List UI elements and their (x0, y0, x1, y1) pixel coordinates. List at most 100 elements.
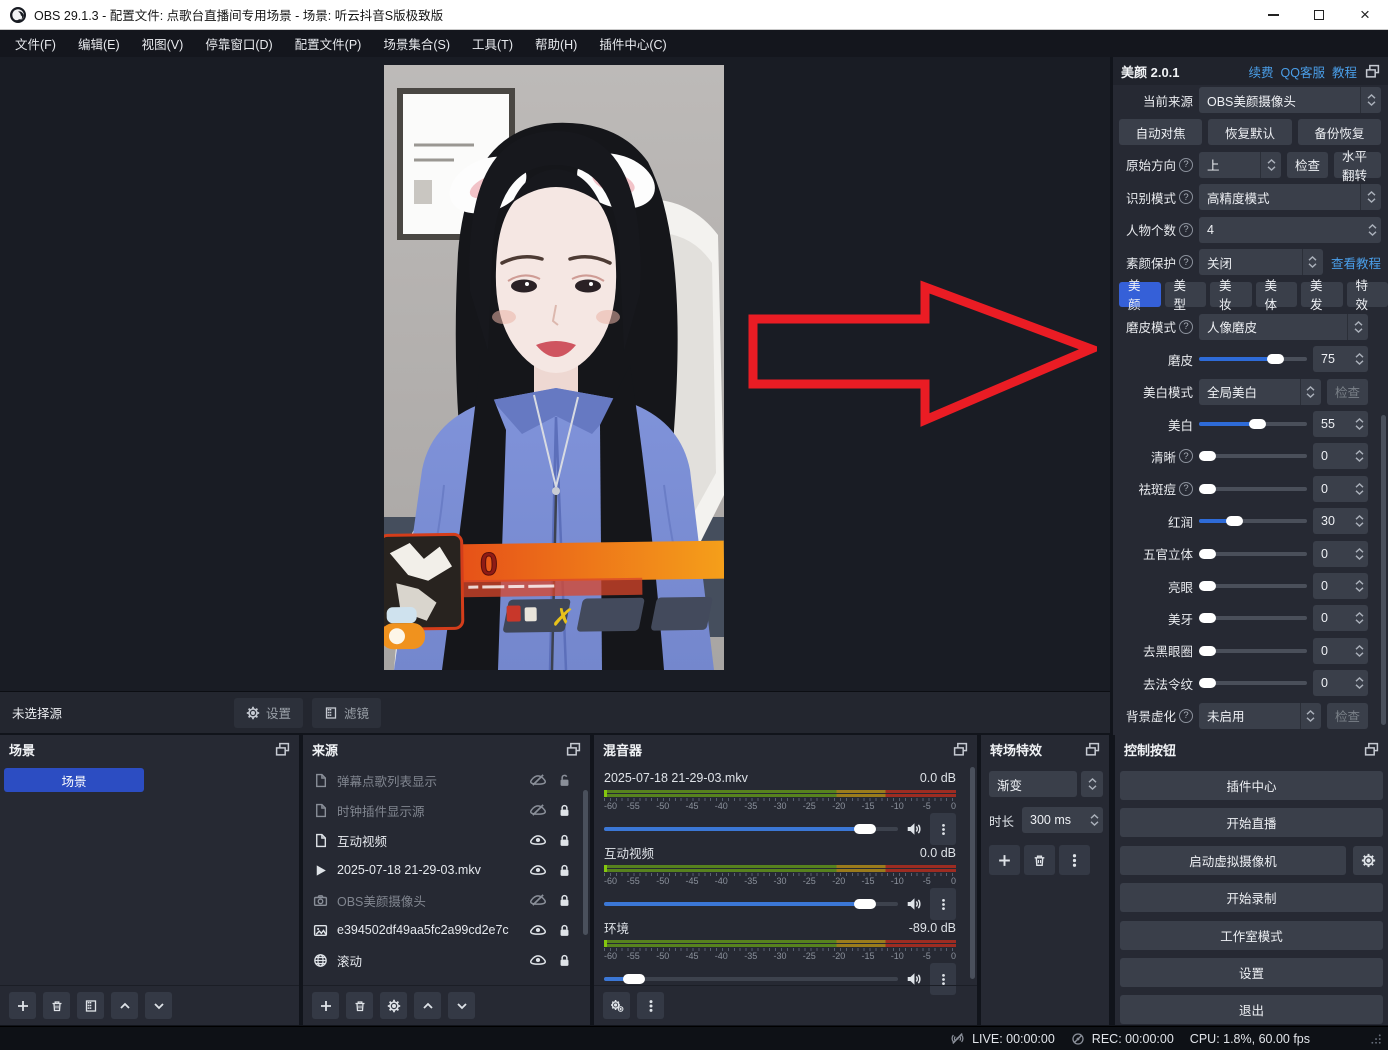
source-row[interactable]: 滚动 (303, 945, 582, 975)
lock-icon[interactable] (557, 863, 572, 878)
chevron-updown-icon[interactable] (1260, 152, 1281, 178)
volume-slider[interactable] (604, 973, 898, 985)
setting-dropdown[interactable]: 未启用 (1199, 703, 1321, 729)
eye-icon[interactable] (530, 952, 546, 968)
virtual-camera-settings-button[interactable] (1353, 846, 1383, 875)
control-button-开始直播[interactable]: 开始直播 (1120, 808, 1383, 837)
setting-dropdown[interactable]: 全局美白 (1199, 379, 1321, 405)
chevron-down-button[interactable] (448, 992, 475, 1019)
help-icon[interactable]: ? (1179, 482, 1193, 496)
slider-五官立体[interactable] (1199, 540, 1307, 567)
filter-button[interactable] (77, 992, 104, 1019)
kebab-button[interactable] (637, 992, 664, 1019)
beauty-tab-美体[interactable]: 美体 (1256, 282, 1298, 307)
lock-icon[interactable] (557, 923, 572, 938)
help-icon[interactable]: ? (1179, 190, 1193, 204)
chevron-updown-icon[interactable] (1347, 314, 1368, 340)
setting-dropdown[interactable]: 人像磨皮 (1199, 314, 1368, 340)
number-spinbox[interactable]: 4 (1199, 217, 1381, 243)
popout-icon[interactable] (1364, 742, 1379, 757)
menu-item-8[interactable]: 插件中心(C) (588, 30, 677, 57)
slider-祛斑痘[interactable] (1199, 475, 1307, 502)
popout-icon[interactable] (953, 742, 968, 757)
eye-icon[interactable] (530, 922, 546, 938)
value-spinbox[interactable]: 75 (1313, 346, 1368, 372)
popout-icon[interactable] (566, 742, 581, 757)
chevron-updown-icon[interactable] (1360, 87, 1381, 113)
control-button-开始录制[interactable]: 开始录制 (1120, 883, 1383, 912)
slider-handle[interactable] (1199, 451, 1216, 461)
source-row[interactable]: e394502df49aa5fc2a99cd2e7c (303, 915, 582, 945)
beauty-scrollbar[interactable] (1381, 415, 1386, 725)
menu-item-1[interactable]: 编辑(E) (67, 30, 131, 57)
beauty-button-检查[interactable]: 检查 (1327, 379, 1368, 405)
tutorial-link[interactable]: 查看教程 (1331, 253, 1381, 272)
slider-handle[interactable] (1226, 516, 1243, 526)
help-icon[interactable]: ? (1179, 320, 1193, 334)
minimize-button[interactable] (1250, 0, 1296, 29)
chevron-updown-icon[interactable] (1300, 379, 1321, 405)
setting-dropdown[interactable]: 高精度模式 (1199, 184, 1381, 210)
chevron-up-button[interactable] (111, 992, 138, 1019)
speaker-icon[interactable] (906, 896, 922, 912)
eye-icon[interactable] (530, 862, 546, 878)
chevron-updown-icon[interactable] (1360, 184, 1381, 210)
plus-button[interactable] (312, 992, 339, 1019)
trash-button[interactable] (346, 992, 373, 1019)
slider-红润[interactable] (1199, 508, 1307, 535)
mixer-options-button[interactable] (930, 813, 956, 845)
chevron-updown-icon[interactable] (1350, 450, 1368, 462)
menu-item-7[interactable]: 帮助(H) (524, 30, 588, 57)
lock-icon[interactable] (557, 893, 572, 908)
help-icon[interactable]: ? (1179, 158, 1193, 172)
beauty-tab-美妆[interactable]: 美妆 (1210, 282, 1252, 307)
slider-handle[interactable] (1199, 646, 1216, 656)
lock-icon[interactable] (557, 803, 572, 818)
chevron-updown-icon[interactable] (1300, 703, 1321, 729)
source-filters-button[interactable]: 滤镜 (312, 698, 381, 728)
mixer-options-button[interactable] (930, 888, 956, 920)
eye-off-icon[interactable] (530, 892, 546, 908)
menu-item-4[interactable]: 配置文件(P) (284, 30, 373, 57)
beauty-button-备份恢复[interactable]: 备份恢复 (1298, 119, 1381, 145)
gear-button[interactable] (380, 992, 407, 1019)
beauty-button-自动对焦[interactable]: 自动对焦 (1119, 119, 1202, 145)
control-button-启动虚拟摄像机[interactable]: 启动虚拟摄像机 (1120, 846, 1346, 875)
duration-spinbox[interactable]: 300 ms (1022, 807, 1103, 833)
source-row[interactable]: 弹幕点歌列表显示 (303, 765, 582, 795)
source-properties-button[interactable]: 设置 (234, 698, 303, 728)
volume-handle[interactable] (623, 974, 645, 984)
value-spinbox[interactable]: 0 (1313, 443, 1368, 469)
gear-advanced-button[interactable] (603, 992, 630, 1019)
slider-handle[interactable] (1199, 484, 1216, 494)
transition-dropdown-chevrons[interactable] (1081, 771, 1103, 797)
popout-icon[interactable] (1085, 742, 1100, 757)
maximize-button[interactable] (1296, 0, 1342, 29)
source-row[interactable]: 时钟插件显示源 (303, 795, 582, 825)
close-button[interactable]: × (1342, 0, 1388, 29)
slider-handle[interactable] (1199, 678, 1216, 688)
chevron-updown-icon[interactable] (1363, 224, 1381, 236)
chevron-updown-icon[interactable] (1350, 418, 1368, 430)
value-spinbox[interactable]: 0 (1313, 573, 1368, 599)
slider-去法令纹[interactable] (1199, 670, 1307, 697)
control-button-插件中心[interactable]: 插件中心 (1120, 771, 1383, 800)
help-icon[interactable]: ? (1179, 255, 1193, 269)
menu-item-5[interactable]: 场景集合(S) (372, 30, 461, 57)
setting-dropdown[interactable]: OBS美颜摄像头 (1199, 87, 1381, 113)
beauty-link-1[interactable]: QQ客服 (1281, 66, 1325, 80)
control-button-设置[interactable]: 设置 (1120, 958, 1383, 987)
value-spinbox[interactable]: 0 (1313, 476, 1368, 502)
value-spinbox[interactable]: 0 (1313, 541, 1368, 567)
chevron-updown-icon[interactable] (1350, 612, 1368, 624)
slider-handle[interactable] (1267, 354, 1284, 364)
mixer-scrollbar[interactable] (970, 767, 975, 979)
menu-item-6[interactable]: 工具(T) (461, 30, 524, 57)
speaker-icon[interactable] (906, 821, 922, 837)
beauty-tab-特效[interactable]: 特效 (1347, 282, 1388, 307)
source-row[interactable]: 2025-07-18 21-29-03.mkv (303, 855, 582, 885)
value-spinbox[interactable]: 0 (1313, 670, 1368, 696)
volume-handle[interactable] (854, 824, 876, 834)
setting-dropdown[interactable]: 上 (1199, 152, 1281, 178)
popout-icon[interactable] (1365, 64, 1380, 79)
